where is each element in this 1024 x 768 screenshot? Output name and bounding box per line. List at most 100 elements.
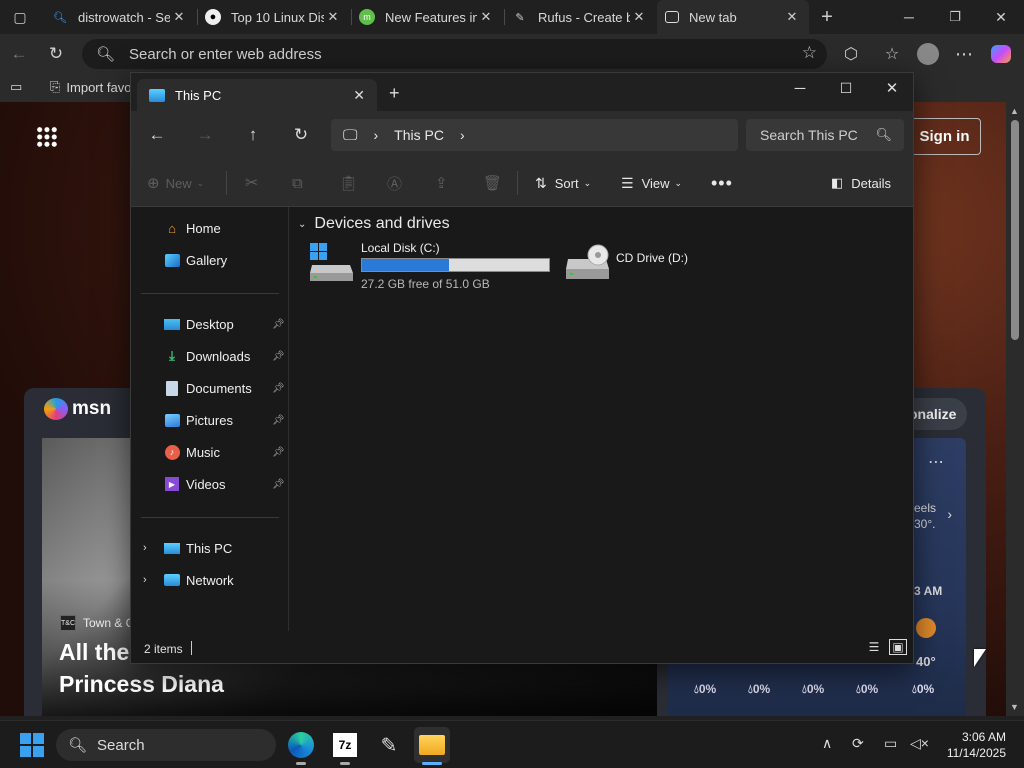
close-tab-icon[interactable]: ✕ bbox=[353, 87, 365, 104]
sidebar-item-network[interactable]: › Network bbox=[131, 565, 289, 595]
close-tab-icon[interactable]: ✕ bbox=[324, 9, 342, 25]
tiles-view-icon[interactable]: ▣ bbox=[889, 639, 907, 655]
cut-icon[interactable]: ✂ bbox=[245, 159, 258, 207]
breadcrumb[interactable]: 🖵︎ › This PC › bbox=[331, 119, 738, 151]
import-favorites-link[interactable]: ⎘ Import favo bbox=[50, 79, 131, 95]
page-scrollbar[interactable]: ▲ ▼ bbox=[1006, 102, 1024, 716]
details-button[interactable]: ◧ Details bbox=[831, 159, 891, 207]
forward-button[interactable]: → bbox=[190, 121, 220, 149]
pin-icon[interactable]: 📌︎ bbox=[272, 351, 285, 362]
import-label: Import favo bbox=[66, 79, 132, 95]
sort-button[interactable]: ⇅ Sort ⌄ bbox=[535, 159, 591, 207]
sync-icon[interactable]: ⟳ bbox=[852, 735, 864, 752]
explorer-search-input[interactable]: Search This PC 🔍︎ bbox=[746, 119, 904, 151]
chevron-down-icon[interactable]: ⌄ bbox=[298, 219, 306, 230]
group-header[interactable]: ⌄ Devices and drives bbox=[298, 215, 450, 233]
drive-item-c[interactable]: Local Disk (C:) 27.2 GB free of 51.0 GB bbox=[310, 241, 550, 293]
sidebar-item-downloads[interactable]: ⤓ Downloads 📌︎ bbox=[131, 341, 289, 371]
favorite-star-icon[interactable]: ☆ bbox=[802, 43, 817, 63]
rufus-taskbar-icon[interactable]: ✎ bbox=[371, 727, 407, 763]
system-clock[interactable]: 3:06 AM 11/14/2025 bbox=[944, 729, 1006, 761]
close-tab-icon[interactable]: ✕ bbox=[783, 9, 801, 25]
msn-logo[interactable]: msn bbox=[44, 398, 111, 420]
pin-icon[interactable]: 📌︎ bbox=[272, 447, 285, 458]
favorites-icon[interactable]: ☆ bbox=[877, 40, 907, 68]
up-button[interactable]: ↑ bbox=[238, 121, 268, 149]
extensions-icon[interactable]: ⬡ bbox=[836, 40, 866, 68]
sidebar-item-videos[interactable]: ▶ Videos 📌︎ bbox=[131, 469, 289, 499]
back-button[interactable]: ← bbox=[4, 40, 34, 68]
file-explorer-taskbar-icon[interactable] bbox=[414, 727, 450, 765]
back-button[interactable]: ← bbox=[142, 121, 172, 149]
refresh-button[interactable]: ↻ bbox=[41, 40, 71, 68]
rename-icon[interactable]: Ⓐ bbox=[387, 159, 402, 207]
close-window-button[interactable]: ✕ bbox=[869, 73, 913, 103]
new-tab-button[interactable]: + bbox=[389, 83, 400, 104]
scroll-thumb[interactable] bbox=[1011, 120, 1019, 340]
sidebar-item-documents[interactable]: Documents 📌︎ bbox=[131, 373, 289, 403]
browser-tab-new-tab[interactable]: New tab ✕ bbox=[657, 0, 809, 34]
close-tab-icon[interactable]: ✕ bbox=[170, 9, 188, 25]
start-button[interactable] bbox=[20, 733, 44, 757]
pin-icon[interactable]: 📌︎ bbox=[272, 383, 285, 394]
show-hidden-icons[interactable]: ∧ bbox=[822, 735, 832, 752]
taskbar-search[interactable]: 🔍︎ Search bbox=[56, 729, 276, 761]
copy-icon[interactable]: ⧉ bbox=[292, 159, 303, 207]
browser-tab-new-features[interactable]: m New Features in l ✕ bbox=[351, 0, 503, 34]
network-status-icon[interactable]: ▭ bbox=[884, 735, 897, 752]
copilot-icon[interactable] bbox=[986, 40, 1016, 68]
browser-tab-top10-linux[interactable]: ● Top 10 Linux Dist ✕ bbox=[197, 0, 350, 34]
feels-line: eels bbox=[914, 501, 937, 515]
more-menu-icon[interactable]: ⋯ bbox=[949, 40, 979, 68]
close-tab-icon[interactable]: ✕ bbox=[477, 9, 495, 25]
edge-taskbar-icon[interactable] bbox=[283, 727, 319, 765]
sidebar-item-music[interactable]: ♪ Music 📌︎ bbox=[131, 437, 289, 467]
profile-avatar[interactable] bbox=[913, 40, 943, 68]
breadcrumb-item[interactable]: This PC bbox=[394, 127, 444, 143]
sidebar-toggle-icon[interactable]: ▭ bbox=[10, 79, 22, 95]
more-options-icon[interactable]: ••• bbox=[711, 159, 733, 207]
minimize-button[interactable]: ─ bbox=[777, 73, 823, 103]
paste-icon[interactable]: 📋︎ bbox=[339, 159, 358, 207]
sidebar-item-home[interactable]: ⌂ Home bbox=[131, 213, 289, 243]
restore-button[interactable]: ❐ bbox=[932, 0, 978, 34]
app-launcher-icon[interactable] bbox=[36, 126, 58, 148]
address-bar[interactable]: 🔍︎ Search or enter web address ☆ bbox=[82, 39, 827, 69]
sign-in-button[interactable]: Sign in bbox=[908, 118, 981, 155]
more-options-icon[interactable]: ⋯ bbox=[928, 452, 944, 472]
refresh-button[interactable]: ↻ bbox=[286, 121, 316, 149]
sidebar-item-gallery[interactable]: Gallery bbox=[131, 245, 289, 275]
pin-icon[interactable]: 📌︎ bbox=[272, 479, 285, 490]
details-view-icon[interactable]: ☰ bbox=[865, 639, 883, 655]
browser-tab-distrowatch[interactable]: 🔍︎ distrowatch - Sea ✕ bbox=[44, 0, 196, 34]
chevron-right-icon[interactable]: › bbox=[947, 506, 952, 522]
drive-item-d[interactable]: CD Drive (D:) bbox=[566, 241, 726, 293]
delete-icon[interactable]: 🗑︎ bbox=[483, 159, 502, 207]
chevron-right-icon[interactable]: › bbox=[143, 574, 147, 586]
sidebar-item-desktop[interactable]: Desktop 📌︎ bbox=[131, 309, 289, 339]
close-tab-icon[interactable]: ✕ bbox=[630, 9, 648, 25]
new-tab-button[interactable]: + bbox=[808, 0, 846, 34]
maximize-button[interactable]: ☐ bbox=[823, 73, 869, 103]
minimize-button[interactable]: ─ bbox=[886, 0, 932, 34]
browser-tab-rufus[interactable]: ✎ Rufus - Create bo ✕ bbox=[504, 0, 656, 34]
close-window-button[interactable]: ✕ bbox=[978, 0, 1024, 34]
volume-icon[interactable]: ◁× bbox=[910, 735, 929, 752]
tab-actions-icon[interactable]: ▢ bbox=[0, 0, 40, 34]
chevron-right-icon[interactable]: › bbox=[143, 542, 147, 554]
view-button[interactable]: ☰ View ⌄ bbox=[621, 159, 682, 207]
scroll-down-icon[interactable]: ▼ bbox=[1010, 702, 1019, 712]
pin-icon[interactable]: 📌︎ bbox=[272, 415, 285, 426]
pin-icon[interactable]: 📌︎ bbox=[272, 319, 285, 330]
breadcrumb-chevron-icon[interactable]: › bbox=[460, 127, 465, 143]
share-icon[interactable]: ⇪ bbox=[435, 159, 448, 207]
explorer-tab-this-pc[interactable]: This PC ✕ bbox=[137, 79, 377, 111]
scroll-up-icon[interactable]: ▲ bbox=[1010, 106, 1019, 116]
sidebar-item-pictures[interactable]: Pictures 📌︎ bbox=[131, 405, 289, 435]
breadcrumb-chevron-icon[interactable]: › bbox=[373, 127, 378, 143]
new-button[interactable]: ⊕ New ⌄ bbox=[147, 159, 204, 207]
7zip-taskbar-icon[interactable]: 7z bbox=[327, 727, 363, 765]
sidebar-item-this-pc[interactable]: › This PC bbox=[131, 533, 289, 563]
explorer-navbar: ← → ↑ ↻ 🖵︎ › This PC › Search This PC 🔍︎ bbox=[131, 111, 913, 159]
pc-icon bbox=[163, 540, 181, 556]
